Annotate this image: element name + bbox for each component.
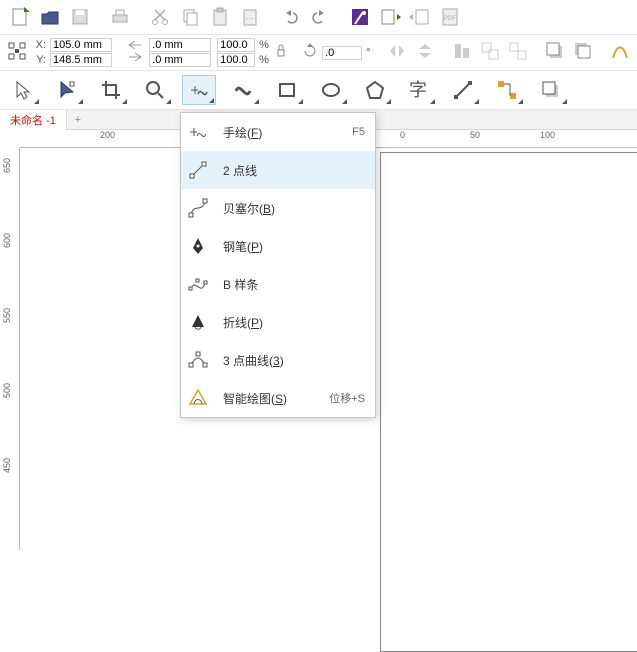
smartdraw-icon [181,387,215,409]
sy-input[interactable] [217,53,255,67]
pick-tool[interactable] [6,75,40,105]
toolbox: 字 [0,71,637,110]
ungroup-icon[interactable] [507,40,529,65]
polygon-tool[interactable] [358,75,392,105]
ruler-vertical[interactable]: 650 600 550 500 450 [0,148,20,550]
align-icon[interactable] [451,40,473,65]
print-icon[interactable] [106,3,134,31]
page [380,152,637,652]
twopoint-icon [181,159,215,181]
to-back-icon[interactable] [572,40,594,65]
y-input[interactable] [50,53,112,67]
property-bar: X: Y: % % ° [0,35,637,71]
connector-tool[interactable] [490,75,524,105]
flyout-pen[interactable]: 钢笔(P) [181,227,375,265]
svg-text:⋯: ⋯ [246,14,254,23]
flyout-three-point-curve[interactable]: 3 点曲线(3) [181,341,375,379]
svg-text:PDF: PDF [444,16,456,22]
bezier-icon [181,197,215,219]
threepoint-icon [181,349,215,371]
mirror-h-icon[interactable] [386,40,408,65]
lock-ratio-icon[interactable] [275,40,287,66]
flyout-smart-drawing[interactable]: 智能绘图(S) 位移+S [181,379,375,417]
new-icon[interactable] [6,3,34,31]
freehand-icon [181,121,215,143]
x-input[interactable] [50,38,112,52]
cut-icon[interactable] [146,3,174,31]
flyout-two-point-line[interactable]: 2 点线 [181,151,375,189]
sx-input[interactable] [217,38,255,52]
group-icon[interactable] [479,40,501,65]
open-icon[interactable] [36,3,64,31]
fx-icon[interactable] [346,3,374,31]
freehand-flyout: 手绘(F) F5 2 点线 贝塞尔(B) 钢笔(P) B 样条 折线(P) 3 … [180,112,376,418]
h-input[interactable] [149,53,211,67]
undo-icon[interactable] [276,3,304,31]
doc-tab[interactable]: 未命名 -1 [0,110,67,130]
rect-tool[interactable] [270,75,304,105]
paste-icon[interactable] [206,3,234,31]
obj-origin-icon[interactable] [6,40,28,65]
to-front-icon[interactable] [544,40,566,65]
freehand-tool[interactable] [182,75,216,105]
convert-icon[interactable] [609,40,631,65]
mirror-v-icon[interactable] [414,40,436,65]
redo-icon[interactable] [306,3,334,31]
wh-size [149,38,211,67]
scale-box: % % [217,38,269,67]
import-icon[interactable] [376,3,404,31]
xy-position: X: Y: [34,38,112,67]
workspace: 200 0 50 100 650 600 550 500 450 手绘(F) F… [0,130,637,550]
w-input[interactable] [149,38,211,52]
save-icon[interactable] [66,3,94,31]
media-tool[interactable] [226,75,260,105]
zoom-tool[interactable] [138,75,172,105]
main-toolbar: ⋯ PDF [0,0,637,35]
effects-tool[interactable] [534,75,568,105]
new-tab-button[interactable]: + [67,114,89,126]
size-icon [127,39,143,66]
copy-icon[interactable] [176,3,204,31]
ellipse-tool[interactable] [314,75,348,105]
flyout-freehand[interactable]: 手绘(F) F5 [181,113,375,151]
rotation-icon [302,43,318,62]
pdf-icon[interactable]: PDF [436,3,464,31]
paste-special-icon[interactable]: ⋯ [236,3,264,31]
flyout-polyline[interactable]: 折线(P) [181,303,375,341]
shape-tool[interactable] [50,75,84,105]
pen-icon [181,235,215,257]
polyline-icon [181,311,215,333]
flyout-bspline[interactable]: B 样条 [181,265,375,303]
y-label: Y: [34,54,46,66]
svg-text:字: 字 [409,80,427,100]
dimension-tool[interactable] [446,75,480,105]
text-tool[interactable]: 字 [402,75,436,105]
rotation-input[interactable] [322,46,362,60]
bspline-icon [181,273,215,295]
x-label: X: [34,39,46,51]
flyout-bezier[interactable]: 贝塞尔(B) [181,189,375,227]
export-icon[interactable] [406,3,434,31]
crop-tool[interactable] [94,75,128,105]
